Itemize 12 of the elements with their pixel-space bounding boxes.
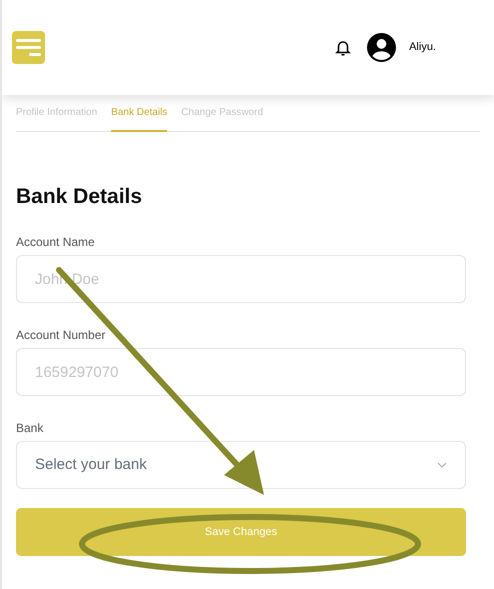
tab[interactable]: Bank Details [111,103,168,132]
section-title: Bank Details [16,186,144,207]
bank-select[interactable]: Select your bank [16,441,466,489]
field-label: Account Name [16,235,96,249]
input-field[interactable]: 1659297070 [16,348,466,396]
tab[interactable]: Profile Information [16,103,98,132]
chevron-icon [437,462,447,468]
field-label: Bank [16,421,44,435]
avatar-icon[interactable] [367,33,396,62]
field-label: Account Number [16,328,106,342]
tab[interactable]: Change Password [181,103,264,132]
user-name: Aliyu. [409,40,436,56]
